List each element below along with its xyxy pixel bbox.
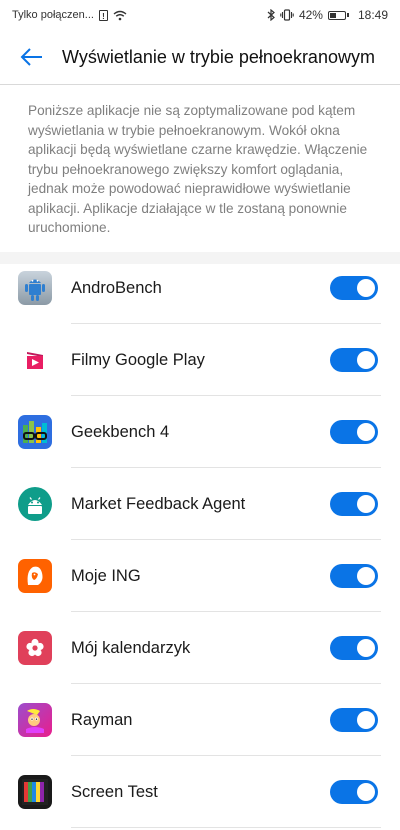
description-text: Poniższe aplikacje nie są zoptymalizowan…	[28, 103, 368, 235]
list-item-androbench[interactable]: AndroBench	[0, 252, 400, 324]
fullscreen-toggle[interactable]	[330, 348, 378, 372]
arrow-back-icon	[20, 48, 42, 66]
fullscreen-toggle[interactable]	[330, 780, 378, 804]
carrier-label: Tylko połączen...	[12, 9, 94, 21]
market-feedback-agent-icon	[18, 487, 52, 521]
list-item-filmy-google-play[interactable]: Filmy Google Play	[0, 324, 400, 396]
fullscreen-toggle[interactable]	[330, 492, 378, 516]
vibrate-icon	[280, 9, 294, 21]
fullscreen-toggle[interactable]	[330, 420, 378, 444]
androbench-app-icon	[18, 271, 52, 305]
list-item-screen-test[interactable]: Screen Test	[0, 756, 400, 828]
list-item-rayman[interactable]: Rayman	[0, 684, 400, 756]
app-name: Filmy Google Play	[71, 350, 205, 369]
app-name: Market Feedback Agent	[71, 494, 246, 513]
page-title: Wyświetlanie w trybie pełnoekranowym	[62, 46, 375, 67]
clock: 18:49	[357, 8, 388, 22]
app-name: Mój kalendarzyk	[71, 638, 191, 657]
screen-test-app-icon	[18, 775, 52, 809]
battery-percent: 42%	[298, 8, 323, 22]
fullscreen-toggle[interactable]	[330, 564, 378, 588]
wifi-icon	[113, 10, 127, 20]
fullscreen-toggle[interactable]	[330, 276, 378, 300]
list-item-geekbench-4[interactable]: Geekbench 4	[0, 396, 400, 468]
status-bar: Tylko połączen... ! 42% 18:49	[0, 0, 400, 30]
app-name: Moje ING	[71, 566, 141, 585]
list-item-market-feedback-agent[interactable]: Market Feedback Agent	[0, 468, 400, 540]
app-name: Rayman	[71, 710, 133, 729]
play-movies-app-icon	[18, 343, 52, 377]
battery-icon	[327, 10, 349, 20]
app-name: Screen Test	[71, 782, 158, 801]
back-button[interactable]	[14, 39, 50, 75]
app-name: Geekbench 4	[71, 422, 170, 441]
geekbench-app-icon	[18, 415, 52, 449]
fullscreen-toggle[interactable]	[330, 708, 378, 732]
rayman-app-icon	[18, 703, 52, 737]
ing-lion-app-icon	[18, 559, 52, 593]
list-item-moj-kalendarzyk[interactable]: Mój kalendarzyk	[0, 612, 400, 684]
list-item-moje-ing[interactable]: Moje ING	[0, 540, 400, 612]
fullscreen-toggle[interactable]	[330, 636, 378, 660]
sim-alert-icon: !	[98, 9, 108, 21]
app-name: AndroBench	[71, 278, 162, 297]
app-bar: Wyświetlanie w trybie pełnoekranowym	[0, 30, 400, 85]
app-list: AndroBench Filmy Google Play Geekbench 4…	[0, 252, 400, 828]
bluetooth-icon	[267, 9, 275, 21]
calendar-flower-app-icon	[18, 631, 52, 665]
